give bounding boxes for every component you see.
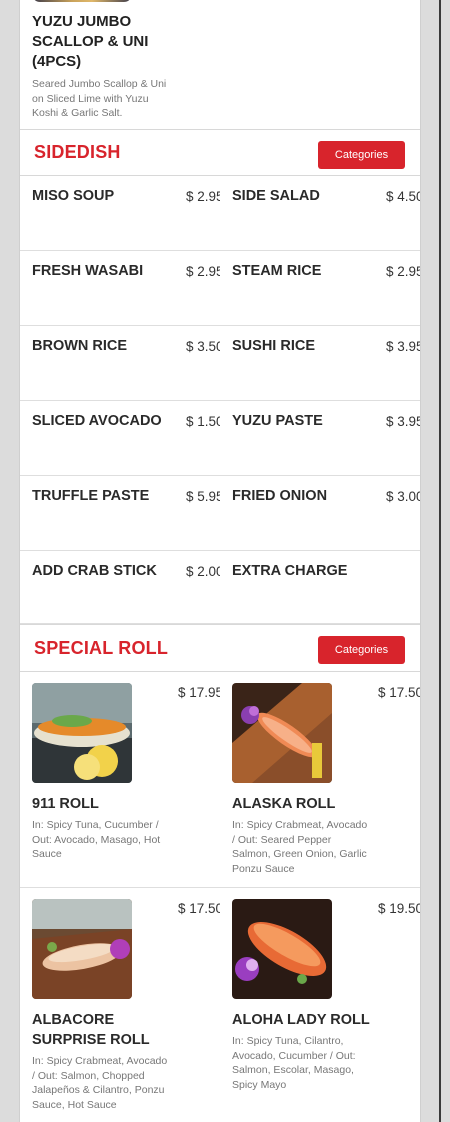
categories-button[interactable]: Categories xyxy=(318,141,405,169)
item-name: ALBACORE SURPRISE ROLL xyxy=(32,1012,150,1048)
item-price: $ 5.95 xyxy=(186,489,220,504)
item-name: BROWN RICE xyxy=(32,338,128,354)
item-name: EXTRA CHARGE xyxy=(232,563,348,579)
menu-item[interactable]: $ 19.50 ALOHA LADY ROLL In: Spicy Tuna, … xyxy=(220,888,420,1122)
item-name: FRIED ONION xyxy=(232,488,328,504)
menu-item[interactable]: FRESH WASABI $ 2.95 xyxy=(20,251,220,326)
menu-item[interactable]: $ 17.50 ALBACORE SURPRISE ROLL In: Spicy… xyxy=(20,888,220,1122)
menu-row: TRUFFLE PASTE $ 5.95 FRIED ONION $ 3.00 xyxy=(20,476,420,551)
item-price: $ 2.00 xyxy=(186,564,220,579)
item-name: YUZU JUMBO SCALLOP & UNI (4PCS) xyxy=(32,13,149,70)
item-price: $ 2.95 xyxy=(186,264,220,279)
item-description: In: Spicy Tuna, Cilantro, Avocado, Cucum… xyxy=(232,1035,356,1091)
menu-item[interactable]: TRUFFLE PASTE $ 5.95 xyxy=(20,476,220,551)
item-description: In: Spicy Tuna, Cucumber / Out: Avocado,… xyxy=(32,819,161,860)
menu-row: MISO SOUP $ 2.95 SIDE SALAD $ 4.50 xyxy=(20,176,420,251)
item-price: $ 4.50 xyxy=(386,189,420,204)
item-name: ADD CRAB STICK xyxy=(32,563,157,579)
menu-page: YUZU JUMBO SCALLOP & UNI (4PCS) Seared J… xyxy=(19,0,421,1122)
scrollbar[interactable] xyxy=(439,0,441,1122)
menu-item-card[interactable]: YUZU JUMBO SCALLOP & UNI (4PCS) Seared J… xyxy=(20,0,420,130)
item-price: $ 3.00 xyxy=(386,489,420,504)
menu-row: FRESH WASABI $ 2.95 STEAM RICE $ 2.95 xyxy=(20,251,420,326)
item-price: $ 3.95 xyxy=(386,339,420,354)
item-name: FRESH WASABI xyxy=(32,263,144,279)
item-name: YUZU PASTE xyxy=(232,413,323,429)
item-price: $ 17.50 xyxy=(178,901,220,916)
item-name: SIDE SALAD xyxy=(232,188,320,204)
section-title: SPECIAL ROLL xyxy=(34,638,169,658)
item-name: SLICED AVOCADO xyxy=(32,413,162,429)
section-header-special-roll: SPECIAL ROLL Categories xyxy=(20,624,420,672)
menu-row: SLICED AVOCADO $ 1.50 YUZU PASTE $ 3.95 xyxy=(20,401,420,476)
roll-image[interactable] xyxy=(232,899,332,999)
item-name: MISO SOUP xyxy=(32,188,115,204)
roll-image[interactable] xyxy=(32,899,132,999)
menu-item[interactable]: BROWN RICE $ 3.50 xyxy=(20,326,220,401)
item-price: $ 19.50 xyxy=(378,901,420,916)
item-price: $ 17.95 xyxy=(178,685,220,700)
menu-item[interactable]: SLICED AVOCADO $ 1.50 xyxy=(20,401,220,476)
menu-item[interactable]: STEAM RICE $ 2.95 xyxy=(220,251,420,326)
item-description: In: Spicy Crabmeat, Avocado / Out: Salmo… xyxy=(32,1055,168,1111)
item-price: $ 2.95 xyxy=(386,264,420,279)
section-header-sidedish: SIDEDISH Categories xyxy=(20,130,420,176)
item-name: STEAM RICE xyxy=(232,263,322,279)
item-name: ALOHA LADY ROLL xyxy=(232,1012,370,1028)
menu-item[interactable]: YUZU PASTE $ 3.95 xyxy=(220,401,420,476)
food-image[interactable] xyxy=(32,0,132,2)
categories-button[interactable]: Categories xyxy=(318,636,405,664)
roll-image[interactable] xyxy=(32,683,132,783)
item-price: $ 2.95 xyxy=(186,189,220,204)
menu-item[interactable]: FRIED ONION $ 3.00 xyxy=(220,476,420,551)
menu-row: ADD CRAB STICK $ 2.00 EXTRA CHARGE xyxy=(20,551,420,626)
section-title: SIDEDISH xyxy=(34,142,121,162)
menu-row: $ 17.50 ALBACORE SURPRISE ROLL In: Spicy… xyxy=(20,888,420,1122)
item-price: $ 3.50 xyxy=(186,339,220,354)
item-name: TRUFFLE PASTE xyxy=(32,488,150,504)
item-price: $ 3.95 xyxy=(386,414,420,429)
menu-item[interactable]: SUSHI RICE $ 3.95 xyxy=(220,326,420,401)
menu-row: $ 17.95 911 ROLL In: Spicy Tuna, Cucumbe… xyxy=(20,672,420,888)
item-description: Seared Jumbo Scallop & Uni on Sliced Lim… xyxy=(32,78,167,119)
menu-item[interactable]: $ 17.95 911 ROLL In: Spicy Tuna, Cucumbe… xyxy=(20,672,220,887)
item-name: ALASKA ROLL xyxy=(232,796,336,812)
item-price: $ 17.50 xyxy=(378,685,420,700)
item-price: $ 1.50 xyxy=(186,414,220,429)
menu-item[interactable]: EXTRA CHARGE xyxy=(220,551,420,626)
menu-item[interactable]: SIDE SALAD $ 4.50 xyxy=(220,176,420,251)
item-name: SUSHI RICE xyxy=(232,338,315,354)
menu-row: BROWN RICE $ 3.50 SUSHI RICE $ 3.95 xyxy=(20,326,420,401)
menu-item[interactable]: ADD CRAB STICK $ 2.00 xyxy=(20,551,220,626)
menu-item[interactable]: MISO SOUP $ 2.95 xyxy=(20,176,220,251)
item-name: 911 ROLL xyxy=(32,796,99,812)
roll-image[interactable] xyxy=(232,683,332,783)
item-description: In: Spicy Crabmeat, Avocado / Out: Seare… xyxy=(232,819,368,875)
menu-item[interactable]: $ 17.50 ALASKA ROLL In: Spicy Crabmeat, … xyxy=(220,672,420,887)
